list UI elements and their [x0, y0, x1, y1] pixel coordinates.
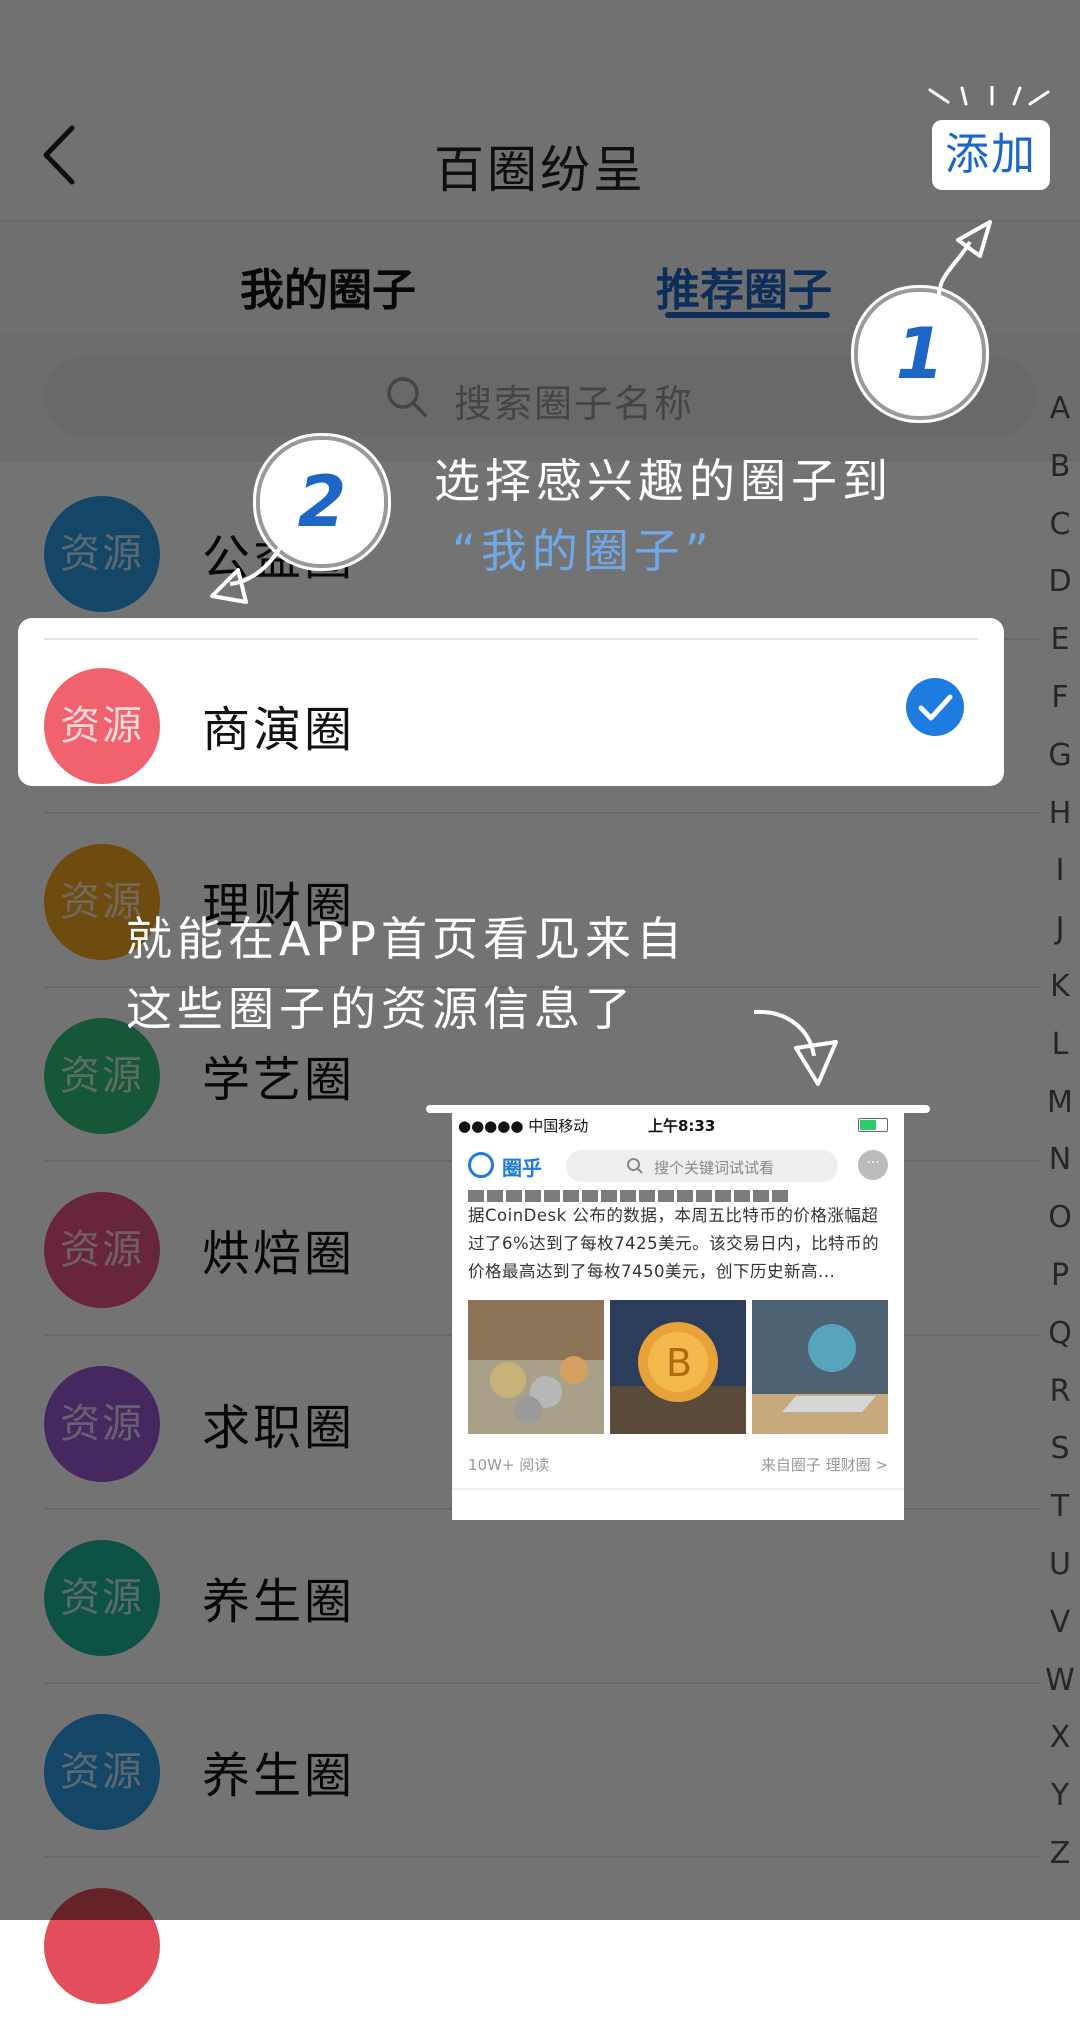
sparkle-icon — [928, 86, 1050, 106]
index-letter[interactable]: M — [1040, 1074, 1080, 1132]
index-letter[interactable]: X — [1040, 1709, 1080, 1767]
index-letter[interactable]: J — [1040, 900, 1080, 958]
circle-name: 养生圈 — [202, 1748, 356, 1804]
circle-name: 求职圈 — [202, 1400, 356, 1456]
tab-my-circles[interactable]: 我的圈子 — [240, 254, 416, 318]
index-letter[interactable]: Y — [1040, 1767, 1080, 1825]
circle-row-partial[interactable] — [0, 1858, 1040, 2032]
app-home-preview: ●●●●● 中国移动 上午8:33 圈乎 搜个关键词试试看 ··· 据CoinD… — [452, 1110, 904, 1520]
circle-avatar: 资源 — [44, 1714, 160, 1830]
index-letter[interactable]: T — [1040, 1478, 1080, 1536]
index-letter[interactable]: V — [1040, 1594, 1080, 1652]
circle-avatar — [44, 1888, 160, 2004]
index-letter[interactable]: R — [1040, 1363, 1080, 1421]
preview-search: 搜个关键词试试看 — [566, 1150, 838, 1182]
guide-text-highlight: “我的圈子” — [452, 524, 714, 578]
index-letter[interactable]: P — [1040, 1247, 1080, 1305]
index-letter[interactable]: Q — [1040, 1305, 1080, 1363]
svg-text:B: B — [666, 1341, 692, 1385]
preview-article-text: 据CoinDesk 公布的数据，本周五比特币的价格涨幅超过了6%达到了每枚742… — [468, 1206, 880, 1281]
index-letter[interactable]: S — [1040, 1420, 1080, 1478]
index-letter[interactable]: B — [1040, 438, 1080, 496]
active-tab-indicator — [665, 312, 830, 318]
preview-cut-headline — [468, 1190, 788, 1202]
preview-read-count: 10W+ 阅读 — [468, 1456, 550, 1474]
app-name: 圈乎 — [502, 1156, 542, 1180]
index-letter[interactable]: W — [1040, 1652, 1080, 1710]
preview-header: 圈乎 搜个关键词试试看 ··· — [452, 1142, 904, 1192]
circle-name: 商演圈 — [202, 702, 356, 758]
circle-avatar: 资源 — [44, 1366, 160, 1482]
circle-avatar: 资源 — [44, 496, 160, 612]
selected-circle-card[interactable]: 资源 商演圈 — [18, 618, 1004, 786]
circle-row[interactable]: 资源 养生圈 — [0, 1684, 1040, 1858]
battery-icon — [858, 1118, 888, 1132]
tab-recommended-circles[interactable]: 推荐圈子 — [656, 254, 832, 318]
guide-text-line: 选择感兴趣的圈子到 — [434, 454, 893, 508]
circle-name: 学艺圈 — [202, 1052, 356, 1108]
coins-image — [468, 1300, 604, 1434]
search-icon — [387, 377, 427, 417]
index-letter[interactable]: K — [1040, 958, 1080, 1016]
preview-status-bar: ●●●●● 中国移动 上午8:33 — [452, 1110, 904, 1138]
add-button[interactable]: 添加 — [932, 120, 1050, 190]
circle-row[interactable]: 资源 养生圈 — [0, 1510, 1040, 1684]
curved-arrow-icon — [753, 1009, 838, 1086]
nav-bar: 百圈纷呈 — [0, 0, 1080, 222]
index-letter[interactable]: E — [1040, 611, 1080, 669]
curved-arrow-icon — [936, 220, 992, 305]
index-letter[interactable]: I — [1040, 842, 1080, 900]
app-screen: 百圈纷呈 我的圈子 推荐圈子 搜索圈子名称 资源 公益圈 资源 商演圈 资源 理… — [0, 0, 1080, 2032]
guide-text-homepage: 就能在APP首页看见来自 这些圈子的资源信息了 — [126, 904, 687, 1044]
circle-avatar: 资源 — [44, 1540, 160, 1656]
index-letter[interactable]: H — [1040, 785, 1080, 843]
index-letter[interactable]: O — [1040, 1189, 1080, 1247]
index-letter[interactable]: A — [1040, 380, 1080, 438]
preview-source: 来自圈子 理财圈 > — [760, 1456, 888, 1474]
guide-text-line: 就能在APP首页看见来自 — [126, 912, 687, 966]
message-icon: ··· — [858, 1150, 888, 1180]
circle-avatar: 资源 — [44, 1192, 160, 1308]
carrier-label: ●●●●● 中国移动 — [458, 1117, 589, 1135]
index-letter[interactable]: D — [1040, 553, 1080, 611]
curved-arrow-icon — [210, 543, 284, 604]
index-letter[interactable]: Z — [1040, 1825, 1080, 1883]
app-logo-icon — [468, 1152, 494, 1178]
status-time: 上午8:33 — [648, 1117, 716, 1135]
preview-search-placeholder: 搜个关键词试试看 — [654, 1159, 775, 1177]
guide-text-line: 这些圈子的资源信息了 — [126, 982, 636, 1036]
search-placeholder: 搜索圈子名称 — [454, 382, 695, 426]
alphabet-index[interactable]: ABCDEFGHIJKLMNOPQRSTUVWXYZ — [1040, 380, 1080, 1883]
circle-avatar: 资源 — [44, 668, 160, 784]
guide-text-select: 选择感兴趣的圈子到 “我的圈子” — [434, 446, 893, 586]
checkmark-icon[interactable] — [906, 678, 964, 736]
circle-name: 养生圈 — [202, 1574, 356, 1630]
index-letter[interactable]: G — [1040, 727, 1080, 785]
circle-name: 烘焙圈 — [202, 1226, 356, 1282]
page-title: 百圈纷呈 — [434, 141, 646, 199]
laptop-image — [752, 1300, 888, 1434]
index-letter[interactable]: C — [1040, 496, 1080, 554]
index-letter[interactable]: L — [1040, 1016, 1080, 1074]
index-letter[interactable]: F — [1040, 669, 1080, 727]
search-icon — [627, 1158, 643, 1174]
bitcoin-image: B — [610, 1300, 746, 1434]
index-letter[interactable]: N — [1040, 1131, 1080, 1189]
step-1-badge: 1 — [858, 292, 982, 416]
index-letter[interactable]: U — [1040, 1536, 1080, 1594]
